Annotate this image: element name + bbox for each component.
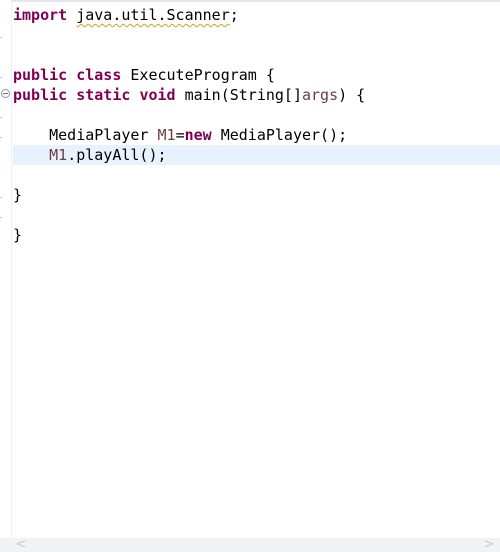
variable: M1 xyxy=(157,126,176,144)
import-path-warning: java.util.Scanner xyxy=(76,6,230,24)
code-text: = xyxy=(175,126,185,144)
code-line-10: } xyxy=(13,185,500,205)
keyword: new xyxy=(184,126,212,144)
keyword: public xyxy=(13,66,68,84)
variable: M1 xyxy=(49,146,68,164)
gutter-tick xyxy=(0,137,2,138)
gutter-tick xyxy=(0,197,2,198)
gutter-tick xyxy=(0,217,2,218)
code-line-7: MediaPlayer M1=new MediaPlayer(); xyxy=(13,125,500,145)
keyword: void xyxy=(139,86,176,104)
code-editor[interactable]: import java.util.Scanner; public class E… xyxy=(0,0,500,552)
code-line-5: public static void main(String[]args) { xyxy=(13,85,500,105)
code-text: MediaPlayer(); xyxy=(211,126,348,144)
scroll-right-arrow-icon[interactable]: > xyxy=(482,538,496,552)
keyword: static xyxy=(76,86,131,104)
code-text: ; xyxy=(229,6,239,24)
code-text: } xyxy=(13,226,23,244)
code-text: } xyxy=(13,186,23,204)
code-text: MediaPlayer xyxy=(49,126,158,144)
code-line-1: import java.util.Scanner; xyxy=(13,5,500,25)
editor-gutter xyxy=(0,0,12,538)
fold-collapse-icon[interactable] xyxy=(1,89,10,98)
code-line-8-current: M1.playAll(); xyxy=(13,145,500,165)
gutter-tick xyxy=(0,37,2,38)
gutter-tick xyxy=(0,117,2,118)
keyword: import xyxy=(13,6,68,24)
variable: args xyxy=(302,86,339,104)
code-text: ) { xyxy=(338,86,366,104)
code-line-4: public class ExecuteProgram { xyxy=(13,65,500,85)
code-text: main(String[] xyxy=(175,86,302,104)
keyword: class xyxy=(76,66,122,84)
code-line-12: } xyxy=(13,225,500,245)
code-text: ExecuteProgram { xyxy=(121,66,275,84)
code-area[interactable]: import java.util.Scanner; public class E… xyxy=(13,5,500,245)
keyword: public xyxy=(13,86,68,104)
editor-top-border xyxy=(0,0,500,2)
horizontal-scrollbar[interactable]: < > xyxy=(0,538,500,552)
scroll-left-arrow-icon[interactable]: < xyxy=(14,538,28,552)
gutter-tick xyxy=(0,77,2,78)
code-text: .playAll(); xyxy=(67,146,167,164)
